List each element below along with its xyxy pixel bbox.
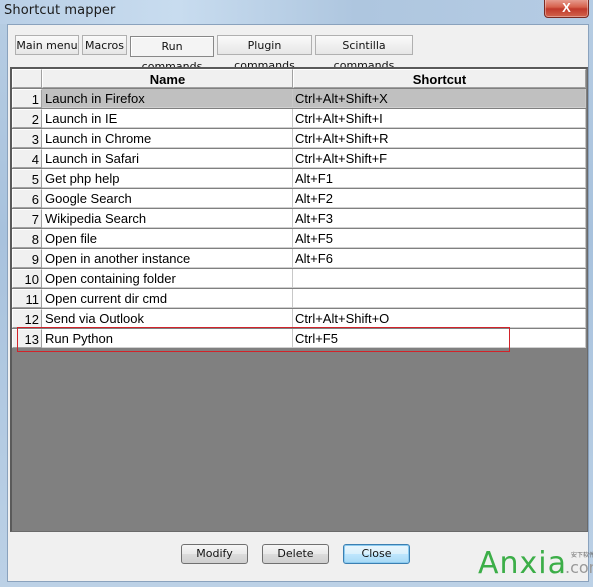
table-row[interactable]: 12 Send via Outlook Ctrl+Alt+Shift+O — [12, 309, 587, 329]
row-number[interactable]: 9 — [12, 249, 42, 268]
command-name-cell[interactable]: Wikipedia Search — [42, 209, 293, 228]
table-row[interactable]: 4 Launch in Safari Ctrl+Alt+Shift+F — [12, 149, 587, 169]
row-number[interactable]: 2 — [12, 109, 42, 128]
row-number[interactable]: 6 — [12, 189, 42, 208]
shortcut-cell[interactable]: Alt+F5 — [293, 229, 586, 248]
title-bar[interactable]: Shortcut mapper X — [0, 0, 593, 24]
row-number[interactable]: 1 — [12, 89, 42, 108]
row-number[interactable]: 7 — [12, 209, 42, 228]
command-name-cell[interactable]: Open file — [42, 229, 293, 248]
shortcut-cell[interactable]: Alt+F2 — [293, 189, 586, 208]
tab-macros[interactable]: Macros — [82, 35, 127, 55]
table-row[interactable]: 11 Open current dir cmd — [12, 289, 587, 309]
close-button[interactable]: Close — [343, 544, 410, 564]
table-row[interactable]: 8 Open file Alt+F5 — [12, 229, 587, 249]
tab-scintilla-commands[interactable]: Scintilla commands — [315, 35, 413, 72]
window-title: Shortcut mapper — [4, 3, 116, 18]
header-row-number — [12, 69, 42, 88]
header-shortcut[interactable]: Shortcut — [293, 69, 586, 88]
row-number[interactable]: 13 — [12, 329, 42, 348]
shortcut-cell[interactable]: Ctrl+Alt+Shift+R — [293, 129, 586, 148]
tab-plugin-commands[interactable]: Plugin commands — [217, 35, 312, 72]
row-number[interactable]: 8 — [12, 229, 42, 248]
table-row[interactable]: 5 Get php help Alt+F1 — [12, 169, 587, 189]
dialog-window: Shortcut mapper X Main menu Macros Run c… — [0, 0, 593, 587]
shortcut-cell[interactable]: Alt+F6 — [293, 249, 586, 268]
watermark-logo: Anxia 安下软件站 .com — [478, 546, 593, 581]
tab-run-commands[interactable]: Run commands — [130, 36, 214, 73]
table-row[interactable]: 10 Open containing folder — [12, 269, 587, 289]
command-name-cell[interactable]: Send via Outlook — [42, 309, 293, 328]
shortcut-cell[interactable]: Ctrl+Alt+Shift+X — [293, 89, 586, 108]
row-number[interactable]: 5 — [12, 169, 42, 188]
command-name-cell[interactable]: Open containing folder — [42, 269, 293, 288]
row-number[interactable]: 10 — [12, 269, 42, 288]
row-number[interactable]: 12 — [12, 309, 42, 328]
grid-header-row: Name Shortcut — [12, 69, 587, 89]
table-row[interactable]: 13 Run Python Ctrl+F5 — [12, 329, 587, 349]
close-icon: X — [562, 0, 571, 15]
header-name[interactable]: Name — [42, 69, 293, 88]
row-number[interactable]: 11 — [12, 289, 42, 308]
table-row[interactable]: 2 Launch in IE Ctrl+Alt+Shift+I — [12, 109, 587, 129]
table-row[interactable]: 7 Wikipedia Search Alt+F3 — [12, 209, 587, 229]
shortcut-cell[interactable]: Ctrl+Alt+Shift+F — [293, 149, 586, 168]
table-row[interactable]: 9 Open in another instance Alt+F6 — [12, 249, 587, 269]
command-name-cell[interactable]: Open in another instance — [42, 249, 293, 268]
tab-main-menu[interactable]: Main menu — [15, 35, 79, 55]
shortcut-cell[interactable] — [293, 289, 586, 308]
watermark-domain: .com — [565, 558, 593, 577]
command-name-cell[interactable]: Launch in Safari — [42, 149, 293, 168]
command-name-cell[interactable]: Launch in Chrome — [42, 129, 293, 148]
table-row[interactable]: 1 Launch in Firefox Ctrl+Alt+Shift+X — [12, 89, 587, 109]
shortcut-grid[interactable]: Name Shortcut 1 Launch in Firefox Ctrl+Alt… — [10, 67, 588, 532]
shortcut-cell[interactable]: Ctrl+Alt+Shift+I — [293, 109, 586, 128]
shortcut-cell[interactable]: Ctrl+F5 — [293, 329, 586, 348]
window-close-button[interactable]: X — [544, 0, 589, 18]
command-name-cell[interactable]: Run Python — [42, 329, 293, 348]
delete-button[interactable]: Delete — [262, 544, 329, 564]
shortcut-cell[interactable] — [293, 269, 586, 288]
watermark-text: Anxia — [478, 546, 568, 581]
shortcut-cell[interactable]: Alt+F1 — [293, 169, 586, 188]
command-name-cell[interactable]: Launch in IE — [42, 109, 293, 128]
shortcut-cell[interactable]: Ctrl+Alt+Shift+O — [293, 309, 586, 328]
table-row[interactable]: 6 Google Search Alt+F2 — [12, 189, 587, 209]
command-name-cell[interactable]: Open current dir cmd — [42, 289, 293, 308]
command-name-cell[interactable]: Get php help — [42, 169, 293, 188]
table-row[interactable]: 3 Launch in Chrome Ctrl+Alt+Shift+R — [12, 129, 587, 149]
modify-button[interactable]: Modify — [181, 544, 248, 564]
command-name-cell[interactable]: Google Search — [42, 189, 293, 208]
command-name-cell[interactable]: Launch in Firefox — [42, 89, 293, 108]
row-number[interactable]: 3 — [12, 129, 42, 148]
shortcut-cell[interactable]: Alt+F3 — [293, 209, 586, 228]
row-number[interactable]: 4 — [12, 149, 42, 168]
dialog-client-area: Main menu Macros Run commands Plugin com… — [7, 24, 589, 582]
